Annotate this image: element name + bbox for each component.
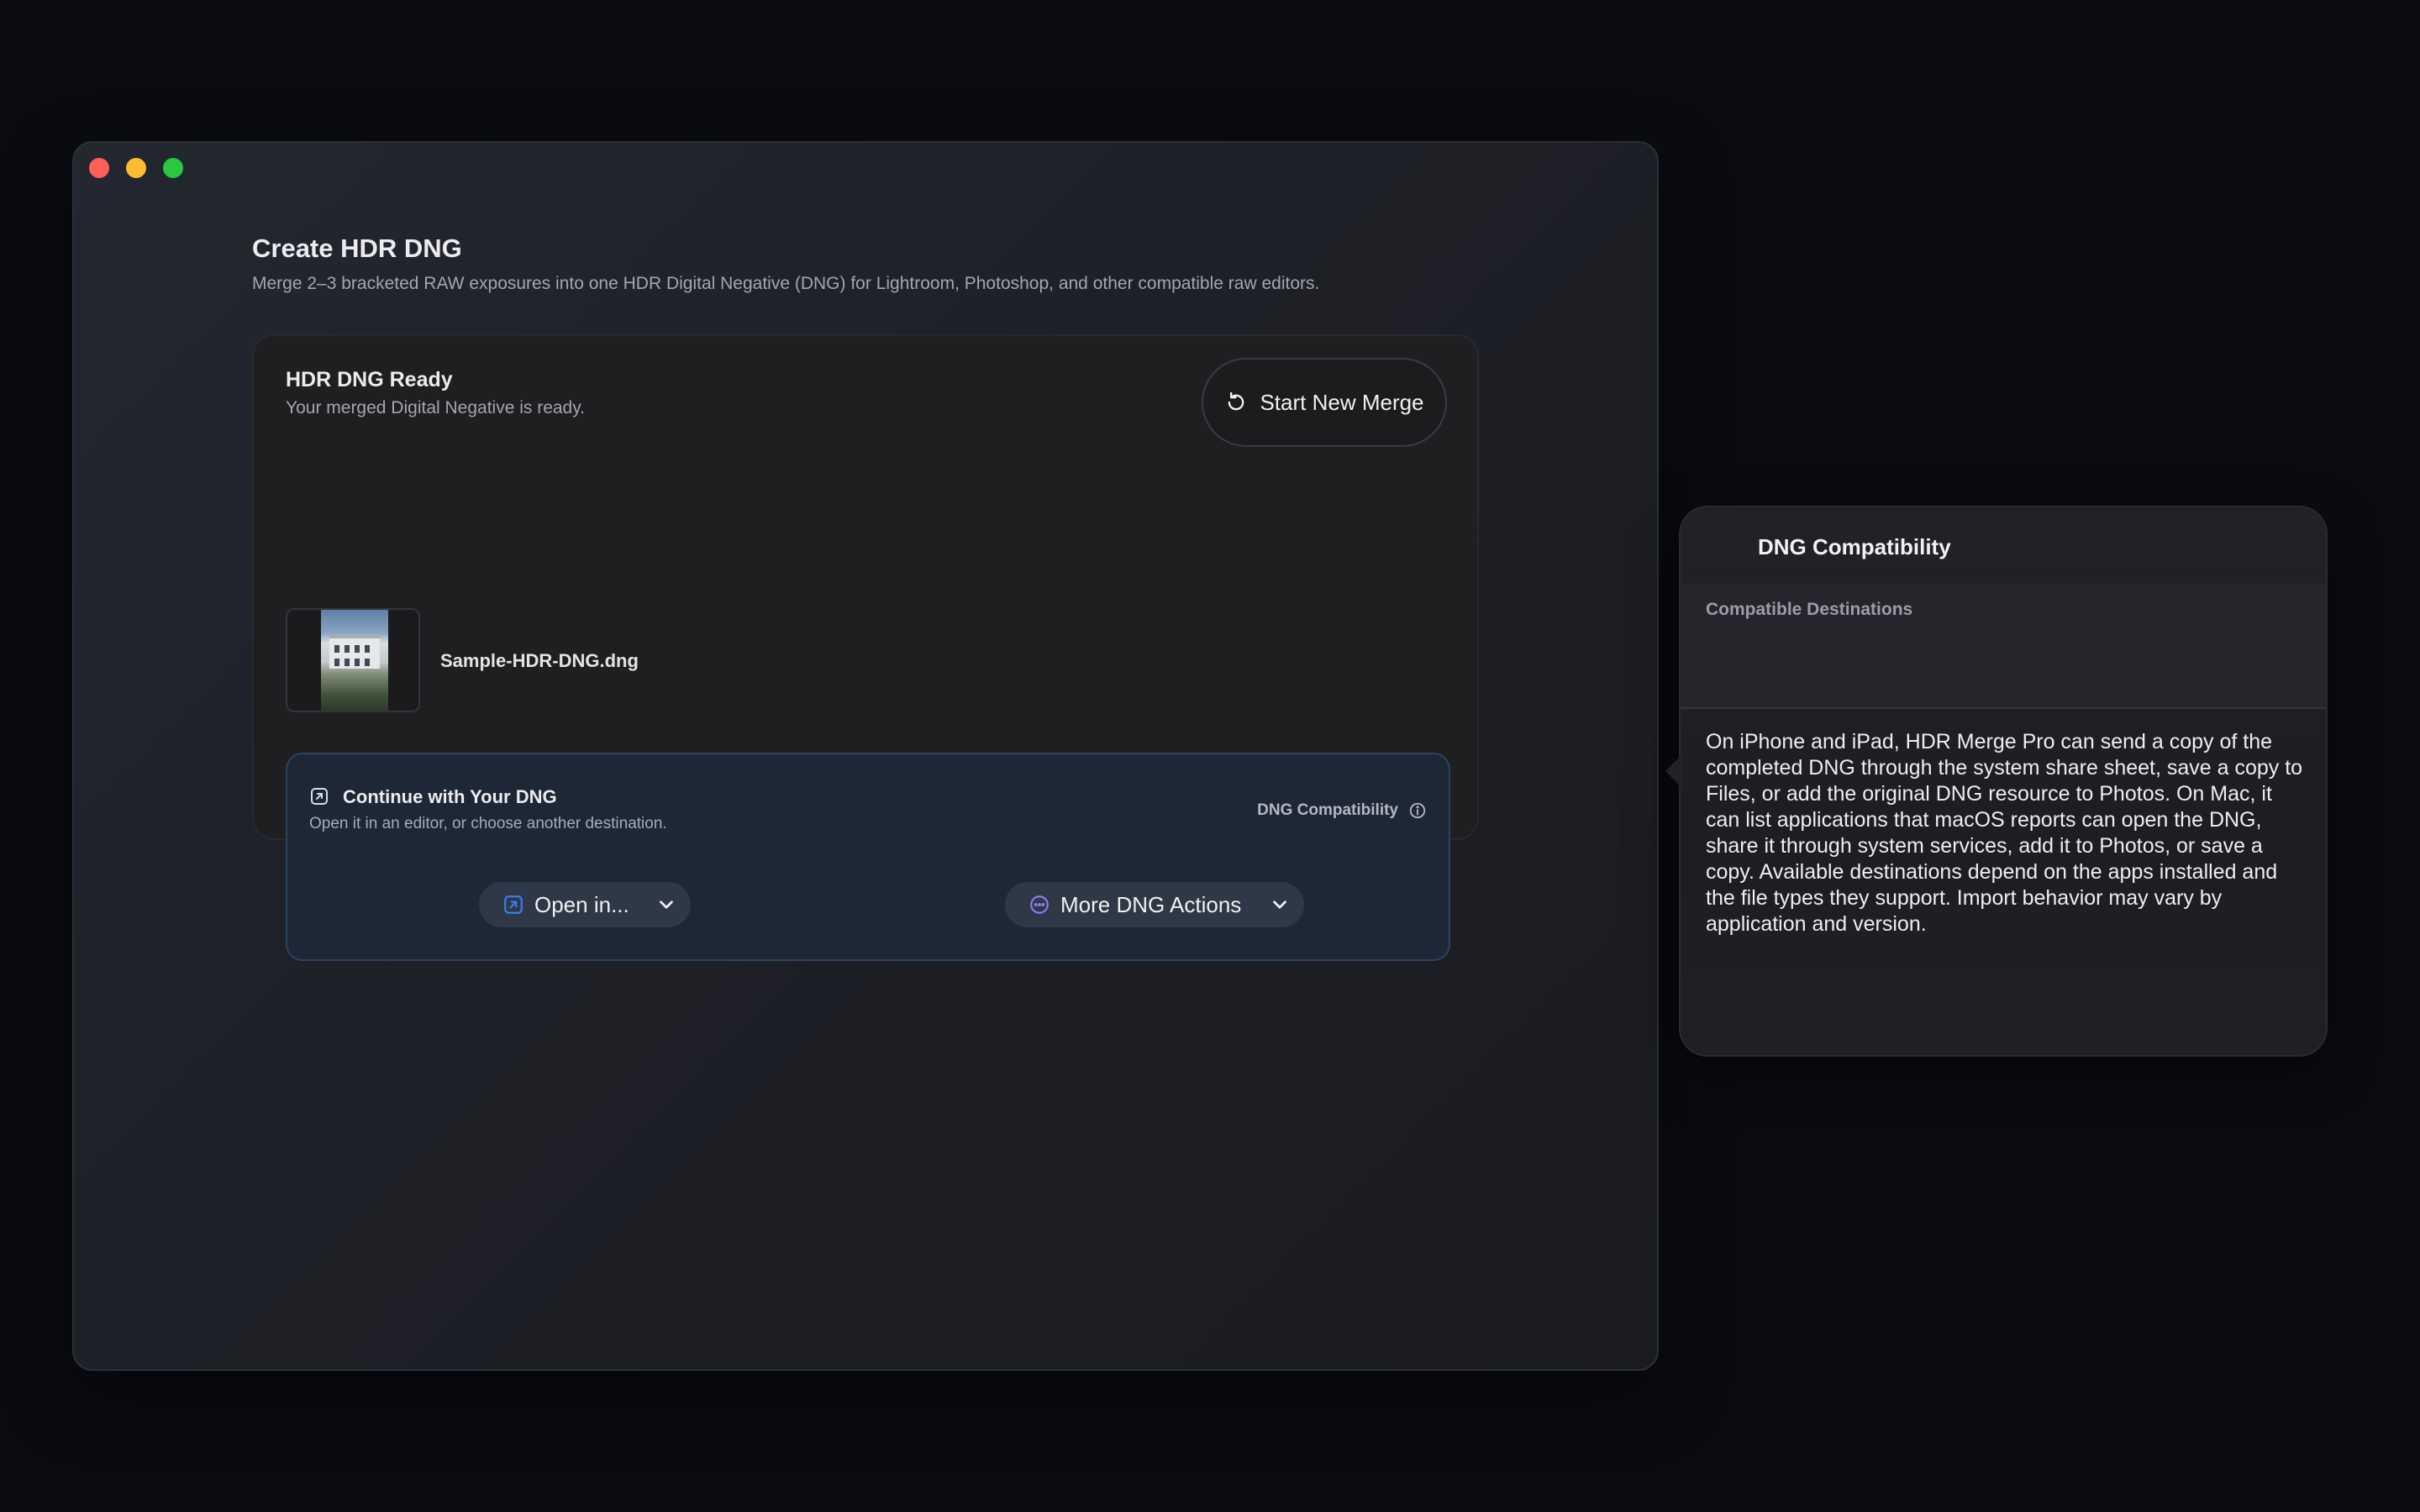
dng-compatibility-link[interactable]: DNG Compatibility — [1257, 801, 1427, 820]
open-external-icon — [311, 788, 328, 805]
open-external-icon — [504, 895, 523, 914]
more-dng-actions-label: More DNG Actions — [1060, 891, 1242, 917]
continue-title: Continue with Your DNG — [343, 786, 557, 807]
result-card: HDR DNG Ready Your merged Digital Negati… — [252, 334, 1479, 961]
zoom-window-button[interactable] — [163, 158, 183, 178]
open-in-button[interactable]: Open in... — [479, 882, 691, 927]
dng-thumbnail[interactable] — [286, 608, 420, 712]
info-icon — [1409, 802, 1426, 819]
compatible-destinations-label: Compatible Destinations — [1706, 600, 1913, 619]
start-new-merge-label: Start New Merge — [1260, 389, 1424, 415]
compatible-destinations-section: Compatible Destinations — [1681, 585, 2326, 709]
page-subtitle: Merge 2–3 bracketed RAW exposures into o… — [252, 274, 1320, 293]
file-name: Sample-HDR-DNG.dng — [440, 650, 639, 671]
continue-subtitle: Open it in an editor, or choose another … — [309, 815, 667, 832]
more-dng-actions-button[interactable]: More DNG Actions — [1005, 882, 1304, 927]
popover-body-text: On iPhone and iPad, HDR Merge Pro can se… — [1706, 730, 2303, 936]
continue-section: Continue with Your DNG Open it in an edi… — [286, 753, 1450, 961]
house-graphic — [329, 635, 380, 669]
arrow-counterclockwise-icon — [1228, 391, 1244, 411]
popover-title: DNG Compatibility — [1758, 534, 1951, 559]
app-window: Create HDR DNG Merge 2–3 bracketed RAW e… — [72, 141, 1659, 1371]
start-new-merge-button[interactable]: Start New Merge — [1202, 358, 1447, 447]
dng-compatibility-label: DNG Compatibility — [1257, 801, 1398, 819]
close-window-button[interactable] — [89, 158, 109, 178]
result-title: HDR DNG Ready — [286, 368, 453, 391]
chevron-down-icon — [1273, 900, 1286, 909]
ellipsis-circle-icon — [1030, 895, 1049, 914]
open-in-label: Open in... — [534, 891, 629, 917]
result-subtitle: Your merged Digital Negative is ready. — [286, 398, 586, 417]
page-title: Create HDR DNG — [252, 234, 462, 263]
chevron-down-icon — [660, 900, 673, 909]
popover-header: DNG Compatibility — [1681, 507, 2326, 585]
dng-compatibility-popover: DNG Compatibility Compatible Destination… — [1665, 506, 2328, 1057]
popover-arrow — [1665, 754, 1682, 788]
minimize-window-button[interactable] — [126, 158, 146, 178]
window-controls — [89, 158, 183, 178]
